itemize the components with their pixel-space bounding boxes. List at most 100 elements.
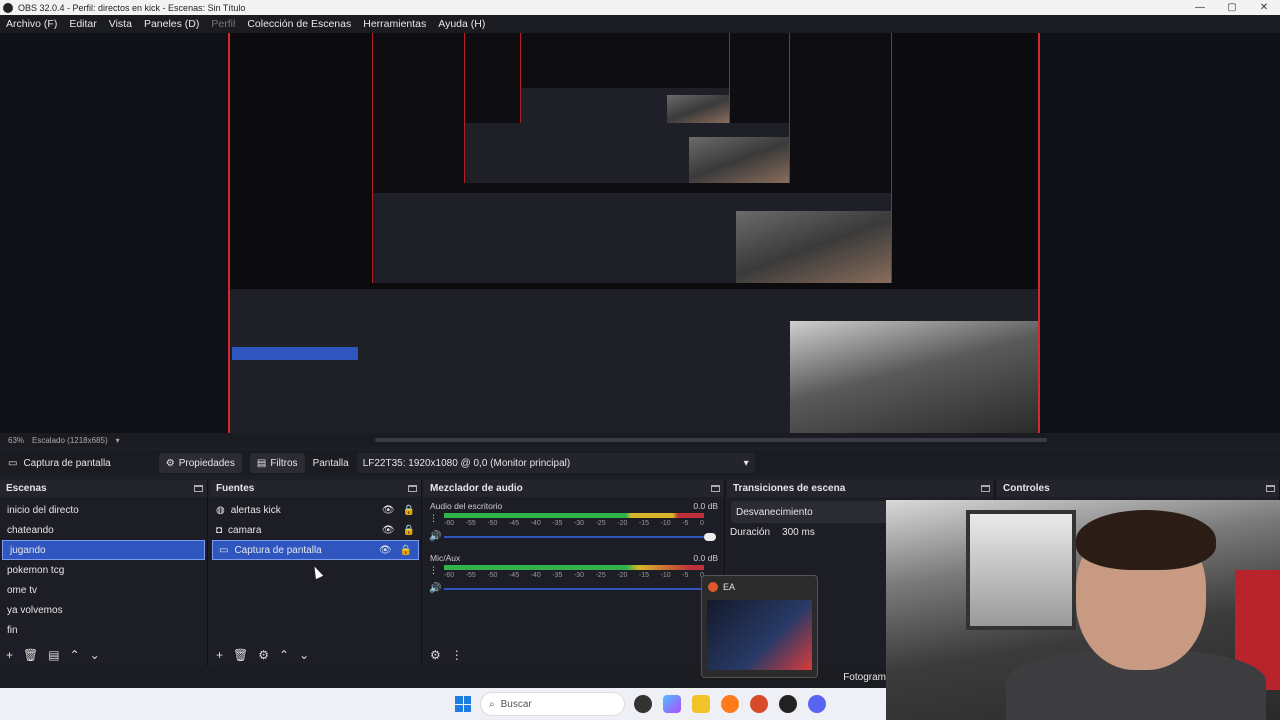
volume-meter xyxy=(444,565,704,570)
menu-vista[interactable]: Vista xyxy=(103,18,138,30)
duration-field[interactable]: 300 ms xyxy=(782,527,815,538)
undock-icon[interactable] xyxy=(711,485,720,492)
minimize-button[interactable]: — xyxy=(1184,2,1216,13)
scene-filters-icon[interactable]: ▤ xyxy=(48,648,59,662)
gear-icon[interactable]: ⚙ xyxy=(258,648,269,662)
lock-icon[interactable]: 🔒 xyxy=(403,505,415,516)
lock-icon[interactable]: 🔒 xyxy=(400,545,412,556)
app-icon xyxy=(708,582,718,592)
lock-icon[interactable]: 🔒 xyxy=(403,525,415,536)
menu-perfil[interactable]: Perfil xyxy=(205,18,241,30)
add-scene-icon[interactable]: + xyxy=(6,648,13,662)
firefox-icon[interactable] xyxy=(721,695,739,713)
kebab-menu-icon[interactable]: ⋮ xyxy=(429,565,438,576)
menu-coleccion-escenas[interactable]: Colección de Escenas xyxy=(241,18,357,30)
selected-source-name: Captura de pantalla xyxy=(23,457,111,469)
source-toolbar: ▭ Captura de pantalla ⚙ Propiedades ▤ Fi… xyxy=(0,451,1280,475)
source-item-selected[interactable]: ▭ Captura de pantalla 👁 🔒 xyxy=(212,540,419,560)
volume-slider[interactable] xyxy=(444,588,714,590)
audio-mixer-dock: Mezclador de audio Audio del escritorio 0… xyxy=(424,480,725,666)
speaker-icon[interactable]: 🔊 xyxy=(429,583,441,594)
meter-ticks: -60-55-50-45-40-35-30-25-20-15-10-50 xyxy=(444,572,704,579)
scene-item[interactable]: fin xyxy=(0,620,207,640)
trash-icon[interactable]: 🗑 xyxy=(23,648,38,662)
sources-dock: Fuentes ◍ alertas kick 👁 🔒 ◘ camara 👁 🔒 ▭ … xyxy=(210,480,422,666)
move-down-icon[interactable]: ⌄ xyxy=(90,648,100,662)
kebab-menu-icon[interactable]: ⋮ xyxy=(451,648,463,662)
properties-button[interactable]: ⚙ Propiedades xyxy=(158,453,242,473)
preview-area[interactable] xyxy=(0,33,1280,433)
scale-dropdown-icon[interactable]: ▾ xyxy=(116,436,120,445)
add-source-icon[interactable]: + xyxy=(216,648,223,662)
app-icon-2[interactable] xyxy=(750,695,768,713)
move-up-icon[interactable]: ⌃ xyxy=(70,648,80,662)
mixer-channel: Audio del escritorio 0.0 dB -60 -55 -50 -45-… xyxy=(424,497,724,542)
discord-icon[interactable] xyxy=(808,695,826,713)
duration-label: Duración xyxy=(730,527,771,538)
zoom-level[interactable]: 63% xyxy=(8,436,24,445)
taskbar-thumbnail-popup[interactable]: EA xyxy=(701,575,818,678)
source-name: camara xyxy=(228,524,262,536)
filters-label: Filtros xyxy=(270,457,298,469)
maximize-button[interactable]: ▢ xyxy=(1216,2,1248,13)
scene-item[interactable]: chateando xyxy=(0,520,207,540)
scene-item[interactable]: ya volvemos xyxy=(0,600,207,620)
scene-item[interactable]: pokemon tcg xyxy=(0,560,207,580)
mixer-settings-icon[interactable]: ⚙ xyxy=(430,648,441,662)
undock-icon[interactable] xyxy=(1266,485,1275,492)
menu-ayuda[interactable]: Ayuda (H) xyxy=(432,18,491,30)
filter-icon: ▤ xyxy=(256,457,267,469)
scenes-dock: Escenas inicio del directo chateando jug… xyxy=(0,480,208,666)
copilot-icon[interactable] xyxy=(663,695,681,713)
scale-mode[interactable]: Escalado (1218x685) xyxy=(32,436,108,445)
sources-title: Fuentes xyxy=(216,483,255,494)
move-down-icon[interactable]: ⌄ xyxy=(299,648,309,662)
app-icon-1[interactable] xyxy=(634,695,652,713)
gear-icon: ⚙ xyxy=(165,457,175,469)
undock-icon[interactable] xyxy=(194,485,203,492)
menu-paneles[interactable]: Paneles (D) xyxy=(138,18,205,30)
meter-ticks: -60-55-50-45-40-35-30-25-20-15-10-50 xyxy=(444,520,704,527)
preview-canvas[interactable] xyxy=(228,33,1040,433)
trash-icon[interactable]: 🗑 xyxy=(233,648,248,662)
monitor-icon: ▭ xyxy=(8,457,18,469)
camera-icon: ◘ xyxy=(216,524,223,536)
eye-icon[interactable]: 👁 xyxy=(382,505,395,516)
eye-icon[interactable]: 👁 xyxy=(382,525,395,536)
kebab-menu-icon[interactable]: ⋮ xyxy=(429,513,438,524)
volume-slider[interactable] xyxy=(444,533,716,541)
source-item[interactable]: ◘ camara 👁 🔒 xyxy=(210,520,421,540)
scene-item[interactable]: inicio del directo xyxy=(0,500,207,520)
taskbar-search[interactable]: ⌕ Buscar xyxy=(480,692,625,716)
windows-start-icon[interactable] xyxy=(455,696,471,712)
menu-archivo[interactable]: Archivo (F) xyxy=(0,18,63,30)
file-explorer-icon[interactable] xyxy=(692,695,710,713)
search-placeholder: Buscar xyxy=(500,698,532,710)
undock-icon[interactable] xyxy=(408,485,417,492)
thumbnail-image[interactable] xyxy=(707,600,812,670)
status-frames: Fotogram xyxy=(843,672,886,683)
preview-scrollbar[interactable] xyxy=(375,438,1047,442)
move-up-icon[interactable]: ⌃ xyxy=(279,648,289,662)
filters-button[interactable]: ▤ Filtros xyxy=(249,453,305,473)
speaker-icon[interactable]: 🔊 xyxy=(429,531,441,542)
close-button[interactable]: ✕ xyxy=(1248,2,1280,13)
display-select[interactable]: LF22T35: 1920x1080 @ 0,0 (Monitor princi… xyxy=(356,453,755,473)
obs-icon[interactable] xyxy=(779,695,797,713)
window-controls: — ▢ ✕ xyxy=(1184,2,1280,13)
menu-herramientas[interactable]: Herramientas xyxy=(357,18,432,30)
scene-item[interactable]: ome tv xyxy=(0,580,207,600)
source-name: Captura de pantalla xyxy=(234,544,322,556)
obs-app-icon xyxy=(3,2,13,13)
title-bar: OBS 32.0.4 - Perfil: directos en kick - … xyxy=(0,0,1280,15)
menu-editar[interactable]: Editar xyxy=(63,18,102,30)
eye-icon[interactable]: 👁 xyxy=(379,545,392,556)
thumbnail-title: EA xyxy=(723,582,736,592)
search-icon: ⌕ xyxy=(489,698,495,710)
chevron-down-icon: ▾ xyxy=(743,457,749,469)
undock-icon[interactable] xyxy=(981,485,990,492)
preview-camera xyxy=(790,321,1038,433)
scene-item-selected[interactable]: jugando xyxy=(2,540,205,560)
source-item[interactable]: ◍ alertas kick 👁 🔒 xyxy=(210,500,421,520)
taskbar-apps xyxy=(634,695,826,713)
